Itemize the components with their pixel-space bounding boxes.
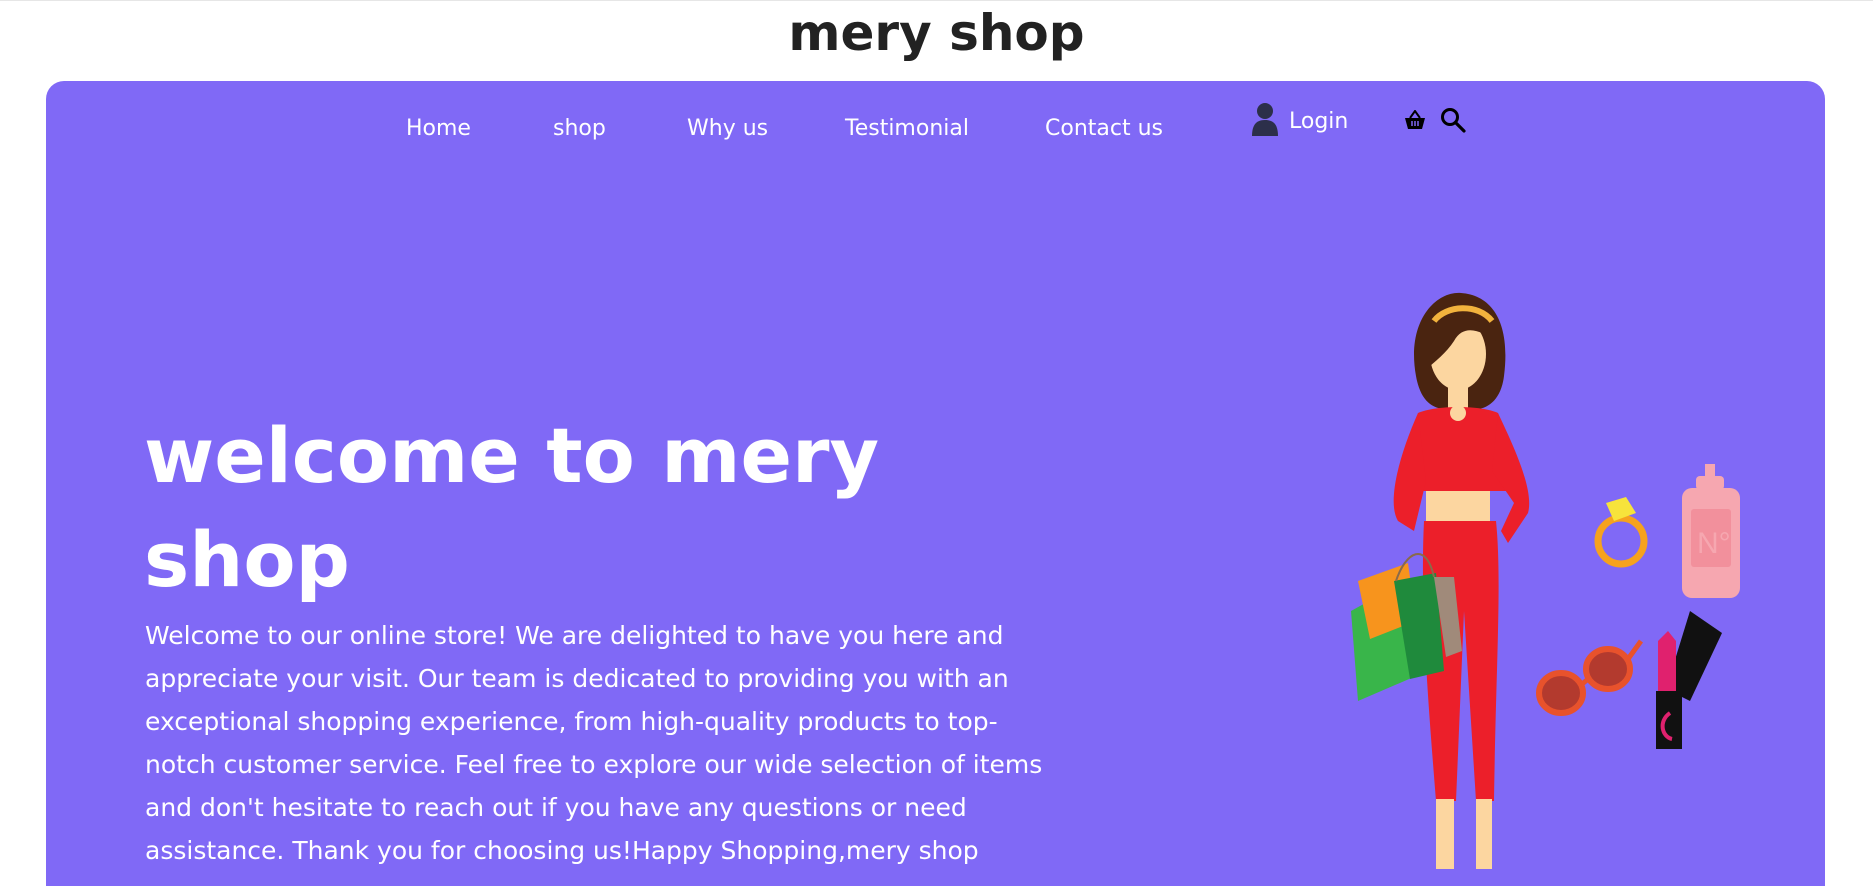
nav-why-us[interactable]: Why us: [687, 109, 768, 149]
shopping-woman-figure: [1351, 292, 1530, 869]
shopping-basket-icon[interactable]: [1404, 109, 1426, 134]
site-title: mery shop: [788, 4, 1085, 62]
page: mery shop Home shop Why us Testimonial C…: [0, 0, 1873, 886]
nav-home[interactable]: Home: [406, 109, 471, 149]
nav-testimonial[interactable]: Testimonial: [845, 109, 969, 149]
lipstick-icon: [1656, 611, 1722, 749]
main-nav: Home shop Why us Testimonial Contact us: [46, 109, 1825, 149]
nav-contact-us[interactable]: Contact us: [1045, 109, 1163, 149]
login-label: Login: [1289, 108, 1349, 134]
user-icon: [1251, 102, 1279, 140]
sunglasses-icon: [1536, 639, 1644, 716]
login-link[interactable]: Login: [1251, 101, 1348, 141]
perfume-label: N°: [1697, 527, 1731, 560]
perfume-bottle-icon: N°: [1682, 464, 1740, 598]
hero-headline: welcome to mery shop: [144, 411, 880, 604]
search-icon[interactable]: [1440, 107, 1466, 137]
ring-icon: [1594, 497, 1648, 568]
hero-intro-text: Welcome to our online store! We are deli…: [145, 621, 1043, 865]
hero-illustration: N°: [1296, 281, 1766, 886]
header-actions: [1404, 107, 1466, 137]
nav-shop[interactable]: shop: [553, 109, 606, 149]
hero-section: Home shop Why us Testimonial Contact us …: [46, 81, 1825, 886]
